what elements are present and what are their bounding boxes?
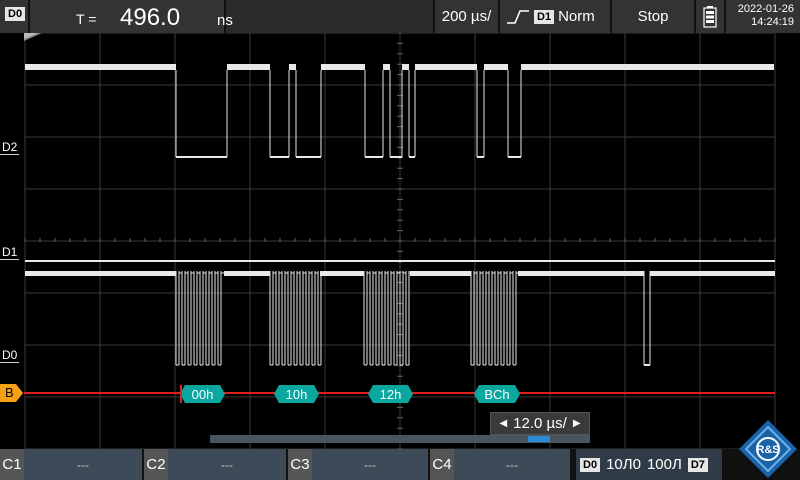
battery-indicator [696, 0, 726, 33]
d0-high-segment [650, 271, 775, 276]
trigger-mode: Norm [558, 8, 595, 25]
datetime-readout: 2022-01-26 14:24:19 [726, 0, 800, 33]
d0-high-segment [518, 271, 644, 276]
decode-frame[interactable]: 12h [368, 385, 413, 403]
c3-value: --- [364, 457, 376, 472]
d2-high-segment [25, 64, 176, 70]
timebase-button[interactable]: 200 µs/ [435, 0, 500, 33]
bottom-bar: C1 --- C2 --- C3 --- C4 --- D0 10Л0 100Л… [0, 449, 800, 480]
d2-high-segment [402, 64, 409, 70]
d1-high-line [25, 260, 775, 262]
measure-channel-button[interactable]: D0 [0, 0, 30, 33]
chevron-left-icon[interactable]: ◀ [499, 418, 507, 429]
scrollbar-thumb[interactable] [528, 436, 550, 442]
c1-label: C1 [2, 456, 22, 473]
channel-label-d2[interactable]: D2 [0, 141, 20, 155]
channel-label-d0[interactable]: D0 [0, 349, 20, 363]
bus-marker[interactable]: B [0, 384, 24, 402]
d2-high-segment [415, 64, 477, 70]
time-text: 14:24:19 [751, 16, 794, 28]
bus-label: B [5, 385, 14, 400]
decode-value: 00h [191, 386, 214, 402]
channel-c2-button[interactable]: C2 [144, 449, 168, 480]
d0-high-segment [320, 271, 364, 276]
top-bar: D0 T = 496.0 ns 200 µs/ D1 Norm Stop 202… [0, 0, 800, 33]
c4-value: --- [506, 457, 518, 472]
zoom-timebase-value: 12.0 µs/ [513, 415, 567, 432]
run-state: Stop [637, 8, 669, 25]
measurement-readout[interactable]: T = 496.0 ns [30, 0, 233, 33]
rs-logo-button[interactable]: R&S [737, 418, 799, 480]
zoom-timebase-control[interactable]: ◀ 12.0 µs/ ▶ [490, 412, 590, 435]
d2-high-segment [383, 64, 390, 70]
logo-text: R&S [756, 444, 779, 456]
digital-state-low: 10Л0 [606, 456, 641, 473]
d2-high-segment [227, 64, 270, 70]
measure-unit: ns [217, 12, 233, 29]
rs-logo-icon: R&S [739, 420, 797, 478]
chevron-right-icon[interactable]: ▶ [573, 418, 581, 429]
d0-high-segment [25, 271, 176, 276]
decode-value: 12h [379, 386, 402, 402]
d2-high-segment [321, 64, 365, 70]
battery-icon [703, 5, 717, 28]
decode-value: BCh [484, 386, 510, 402]
channel-label-d1[interactable]: D1 [0, 246, 20, 260]
timebase-value: 200 µs/ [441, 8, 492, 25]
decode-frame[interactable]: 10h [274, 385, 319, 403]
channel-c1-button[interactable]: C1 [0, 449, 24, 480]
c1-value: --- [77, 457, 89, 472]
zoom-scrollbar[interactable] [210, 435, 590, 443]
decode-frame[interactable]: BCh [474, 385, 520, 403]
measure-label: T = [76, 11, 97, 27]
d2-high-segment [289, 64, 296, 70]
digital-end-tag: D7 [687, 457, 708, 472]
top-bar-spacer [226, 0, 435, 33]
channel-c3-readout[interactable]: --- [312, 449, 428, 480]
run-stop-button[interactable]: Stop [612, 0, 696, 33]
c3-label: C3 [290, 456, 310, 473]
c2-label: C2 [146, 456, 166, 473]
d0-high-segment [410, 271, 471, 276]
d0-high-segment [224, 271, 270, 276]
date-text: 2022-01-26 [737, 3, 794, 15]
channel-c3-button[interactable]: C3 [288, 449, 312, 480]
d2-high-segment [521, 64, 774, 70]
channel-c2-readout[interactable]: --- [168, 449, 286, 480]
channel-c4-readout[interactable]: --- [454, 449, 570, 480]
digital-state-high: 100Л [646, 456, 682, 473]
channel-c4-button[interactable]: C4 [430, 449, 454, 480]
trigger-button[interactable]: D1 Norm [500, 0, 612, 33]
measure-value: 496.0 [120, 4, 181, 31]
channel-tag: D0 [5, 7, 26, 21]
trigger-source: D1 [534, 9, 555, 24]
decode-value: 10h [285, 386, 308, 402]
waveform-display[interactable]: D2 D1 D0 B 00h 10h 12h BCh ◀ 12.0 µs/ ▶ [0, 33, 800, 449]
rising-edge-icon [507, 9, 529, 24]
decode-frame[interactable]: 00h [180, 385, 225, 403]
digital-channels-button[interactable]: D0 10Л0 100Л D7 [576, 449, 722, 480]
c2-value: --- [221, 457, 233, 472]
d2-high-segment [484, 64, 508, 70]
c4-label: C4 [432, 456, 452, 473]
channel-c1-readout[interactable]: --- [24, 449, 142, 480]
trigger-position-icon[interactable] [24, 33, 54, 43]
digital-start-tag: D0 [580, 457, 601, 472]
